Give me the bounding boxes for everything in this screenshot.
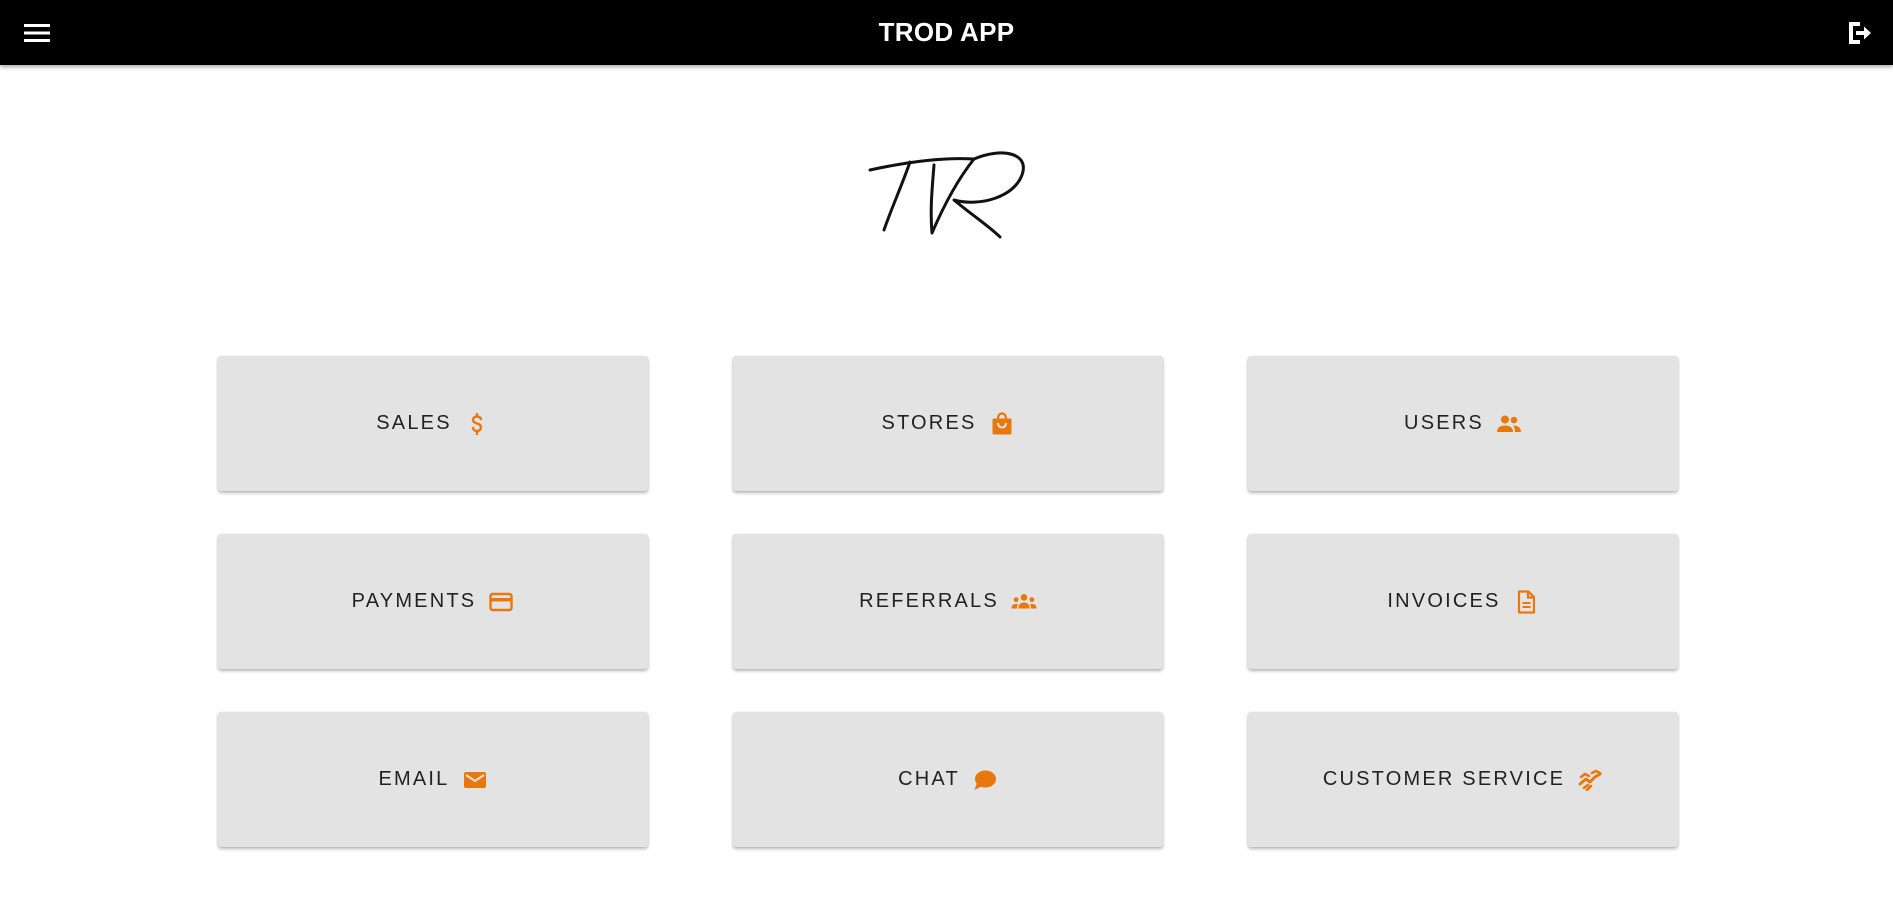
tile-label: PAYMENTS <box>351 590 477 612</box>
credit-card-icon <box>488 589 514 615</box>
customer-service-tile[interactable]: CUSTOMER SERVICE <box>1248 712 1678 847</box>
envelope-icon <box>462 767 488 793</box>
chat-bubble-icon <box>972 767 998 793</box>
payments-tile[interactable]: PAYMENTS <box>218 534 648 669</box>
group-icon <box>1011 589 1037 615</box>
document-icon <box>1513 589 1539 615</box>
logo-signature <box>868 151 1025 239</box>
users-icon <box>1496 411 1522 437</box>
tile-label: CUSTOMER SERVICE <box>1322 768 1566 790</box>
tile-label: USERS <box>1404 412 1484 434</box>
invoices-tile[interactable]: INVOICES <box>1248 534 1678 669</box>
tile-label: INVOICES <box>1387 590 1501 612</box>
stores-tile[interactable]: STORES <box>733 356 1163 491</box>
tile-label: STORES <box>881 412 977 434</box>
users-tile[interactable]: USERS <box>1248 356 1678 491</box>
app-title: TROD APP <box>878 17 1015 47</box>
tile-label: REFERRALS <box>859 590 999 612</box>
chat-tile[interactable]: CHAT <box>733 712 1163 847</box>
dollar-icon <box>464 411 490 437</box>
sales-tile[interactable]: SALES <box>218 356 648 491</box>
email-tile[interactable]: EMAIL <box>218 712 648 847</box>
shopping-bag-icon <box>989 411 1015 437</box>
logout-icon <box>1849 22 1871 44</box>
referrals-tile[interactable]: REFERRALS <box>733 534 1163 669</box>
logout-button[interactable] <box>1839 14 1879 52</box>
app-header: TROD APP <box>0 0 1893 65</box>
tile-label: SALES <box>376 412 452 434</box>
tile-label: CHAT <box>898 768 960 790</box>
tile-label: EMAIL <box>378 768 450 790</box>
handshake-icon <box>1577 767 1603 793</box>
